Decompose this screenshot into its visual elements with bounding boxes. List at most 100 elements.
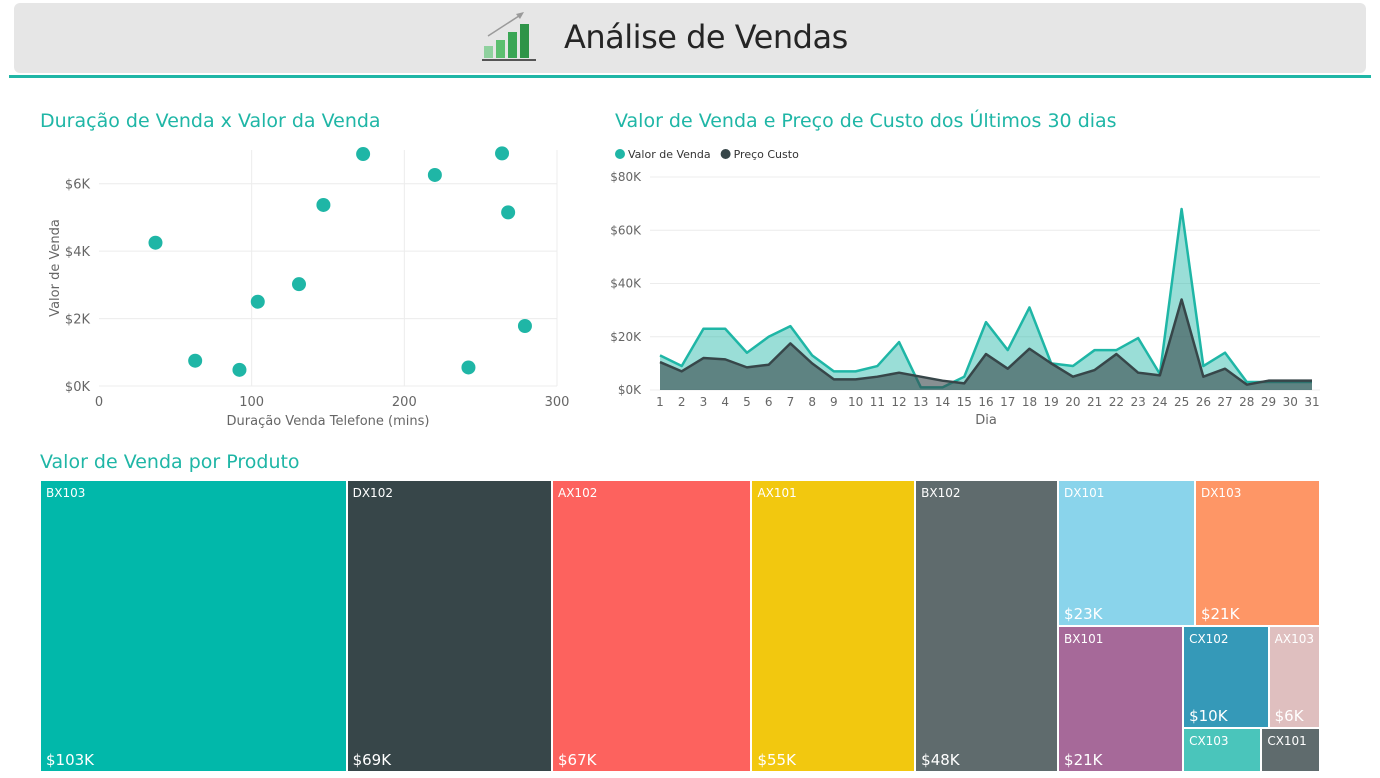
x-tick-label: 5 <box>743 395 751 409</box>
y-tick-label: $6K <box>65 178 91 193</box>
treemap-tile-label: BX101 <box>1064 632 1104 646</box>
scatter-point <box>517 318 532 333</box>
x-tick-label: 20 <box>1065 395 1080 409</box>
x-tick-label: 27 <box>1217 395 1232 409</box>
scatter-point <box>316 197 331 212</box>
treemap-tile-value: $21K <box>1064 751 1103 769</box>
scatter-chart-title: Duração de Venda x Valor da Venda <box>40 110 381 132</box>
x-tick-label: 0 <box>95 395 103 410</box>
x-tick-label: 4 <box>721 395 729 409</box>
scatter-point <box>188 353 203 368</box>
treemap-tile-label: BX103 <box>46 486 86 500</box>
y-axis-label: Valor de Venda <box>48 219 63 317</box>
x-tick-label: 10 <box>848 395 863 409</box>
x-tick-label: 26 <box>1196 395 1211 409</box>
treemap-chart: BX103 $103K DX102 $69K AX102 $67K AX101 $55K BX1… <box>40 480 1320 772</box>
x-tick-label: 23 <box>1130 395 1145 409</box>
treemap-tile-label: DX103 <box>1200 486 1242 500</box>
treemap-tile-label: CX102 <box>1189 632 1229 646</box>
scatter-point <box>356 147 371 162</box>
scatter-point <box>461 360 476 375</box>
y-tick-label: $2K <box>65 313 91 328</box>
x-tick-label: 9 <box>830 395 838 409</box>
treemap-tile-value: $10K <box>1189 706 1228 725</box>
scatter-point <box>501 205 516 220</box>
x-tick-label: 24 <box>1152 395 1167 409</box>
x-tick-label: 31 <box>1304 395 1319 409</box>
treemap-tile-value: $103K <box>46 751 95 769</box>
treemap-tile[interactable]: AX103 $6K <box>1268 626 1320 728</box>
x-tick-label: 21 <box>1087 395 1102 409</box>
y-tick-label: $20K <box>610 330 642 344</box>
treemap-tile-label: AX103 <box>1274 632 1314 646</box>
header-divider <box>9 75 1371 78</box>
x-axis-label: Duração Venda Telefone (mins) <box>227 414 430 429</box>
legend-label: Valor de Venda <box>628 148 711 161</box>
bar-growth-icon <box>482 12 536 61</box>
x-tick-label: 25 <box>1174 395 1189 409</box>
page-title: Análise de Vendas <box>564 18 848 56</box>
y-tick-label: $80K <box>610 170 642 184</box>
treemap-tile[interactable]: DX103 $21K <box>1194 480 1320 626</box>
treemap-tile-label: DX101 <box>1064 486 1105 500</box>
treemap-tile-value: $55K <box>757 751 796 769</box>
x-tick-label: 1 <box>656 395 664 409</box>
treemap-tile-label: DX102 <box>352 486 393 500</box>
legend-marker <box>720 149 731 159</box>
x-tick-label: 16 <box>978 395 993 409</box>
treemap-tile-value: $21K <box>1200 605 1240 623</box>
x-tick-label: 29 <box>1261 395 1276 409</box>
y-tick-label: $4K <box>65 245 91 260</box>
x-tick-label: 22 <box>1109 395 1124 409</box>
x-tick-label: 11 <box>870 395 885 409</box>
area-chart: $0K$20K$40K$60K$80K1 2 3 4 5 6 7 8 9 10 11 12 13 14 15… <box>610 148 1320 428</box>
x-tick-label: 12 <box>891 395 906 409</box>
x-tick-label: 15 <box>957 395 972 409</box>
treemap-tile-value: $67K <box>558 751 597 769</box>
x-tick-label: 18 <box>1022 395 1037 409</box>
treemap-tile[interactable]: CX102 $10K <box>1183 626 1269 728</box>
legend-marker <box>615 149 625 159</box>
treemap-tile-label: CX101 <box>1267 733 1307 748</box>
treemap-tile-value: $69K <box>352 751 392 769</box>
x-tick-label: 17 <box>1000 395 1015 409</box>
treemap-tile-label: AX102 <box>558 486 598 500</box>
treemap-tile[interactable]: BX102 $48K <box>915 480 1059 772</box>
treemap-tile[interactable]: DX102 $69K <box>346 480 552 772</box>
x-tick-label: 200 <box>392 395 417 410</box>
treemap-tile[interactable]: DX101 $23K <box>1058 480 1195 626</box>
x-tick-label: 6 <box>765 395 773 409</box>
treemap-tile[interactable]: CX103 <box>1183 727 1262 772</box>
treemap-tile[interactable]: AX102 $67K <box>552 480 752 772</box>
x-tick-label: 28 <box>1239 395 1254 409</box>
x-tick-label: 8 <box>808 395 816 409</box>
scatter-chart: 0 100 200 300 $0K $2K $4K $6K Duração Venda Tele… <box>48 146 570 429</box>
y-tick-label: $0K <box>65 380 91 395</box>
x-tick-label: 13 <box>913 395 928 409</box>
scatter-point <box>291 277 306 292</box>
y-tick-label: $0K <box>618 383 642 397</box>
x-tick-label: 2 <box>678 395 686 409</box>
treemap-tile-label: AX101 <box>757 486 797 500</box>
x-tick-label: 100 <box>239 395 264 410</box>
treemap-tile-value: $48K <box>921 751 960 769</box>
treemap-tile[interactable]: BX101 $21K <box>1058 626 1184 772</box>
x-axis-label: Dia <box>975 413 997 428</box>
legend-label: Preço Custo <box>734 148 799 161</box>
y-tick-label: $40K <box>610 277 642 291</box>
x-tick-label: 300 <box>545 395 570 410</box>
treemap-tile-value: $6K <box>1274 706 1304 725</box>
treemap-chart-title: Valor de Venda por Produto <box>40 451 300 473</box>
treemap-tile-label: BX102 <box>921 486 961 500</box>
x-tick-label: 19 <box>1044 395 1059 409</box>
treemap-tile-label: CX103 <box>1189 733 1229 748</box>
x-tick-label: 3 <box>700 395 708 409</box>
treemap-tile[interactable]: AX101 $55K <box>751 480 916 772</box>
x-tick-label: 14 <box>935 395 950 409</box>
treemap-tile[interactable]: BX103 $103K <box>40 480 347 772</box>
x-tick-label: 7 <box>787 395 795 409</box>
scatter-point <box>148 235 163 250</box>
treemap-tile[interactable]: CX101 <box>1261 727 1320 772</box>
treemap-tile-value: $23K <box>1064 605 1103 623</box>
scatter-point <box>250 294 265 309</box>
